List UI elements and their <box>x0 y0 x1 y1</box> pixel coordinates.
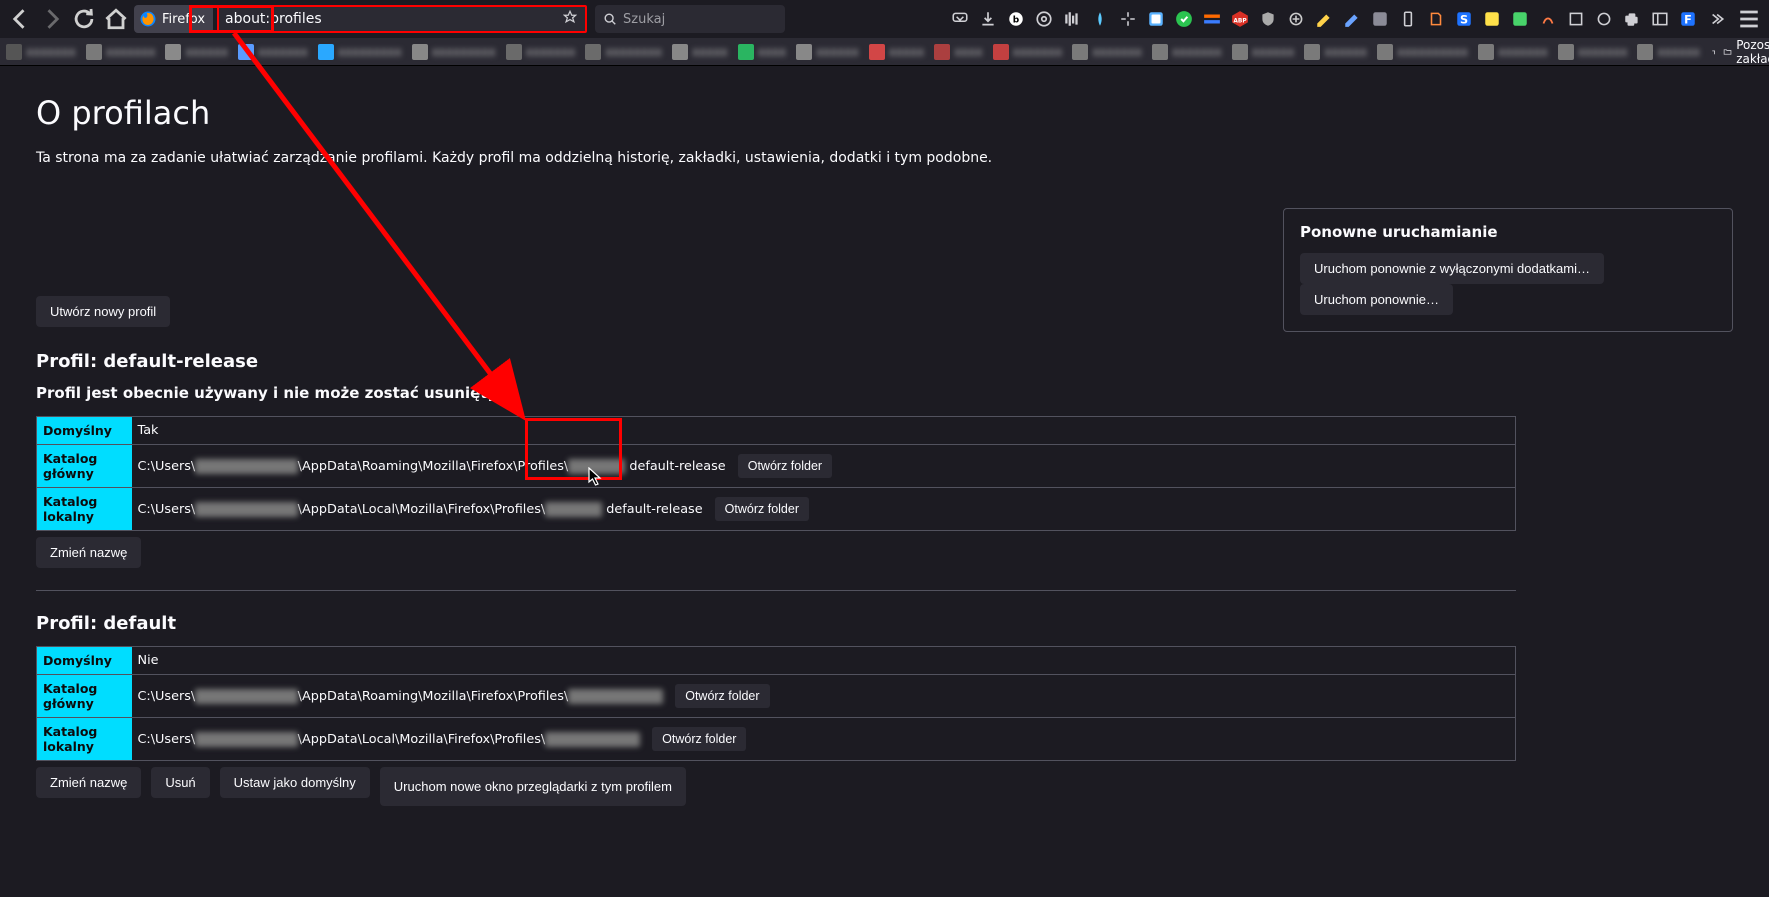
mouse-cursor-icon <box>588 467 602 487</box>
annotation-box-urlbar <box>189 5 274 33</box>
annotation-box-open-folder <box>525 418 622 480</box>
annotation-arrow <box>0 0 1769 897</box>
